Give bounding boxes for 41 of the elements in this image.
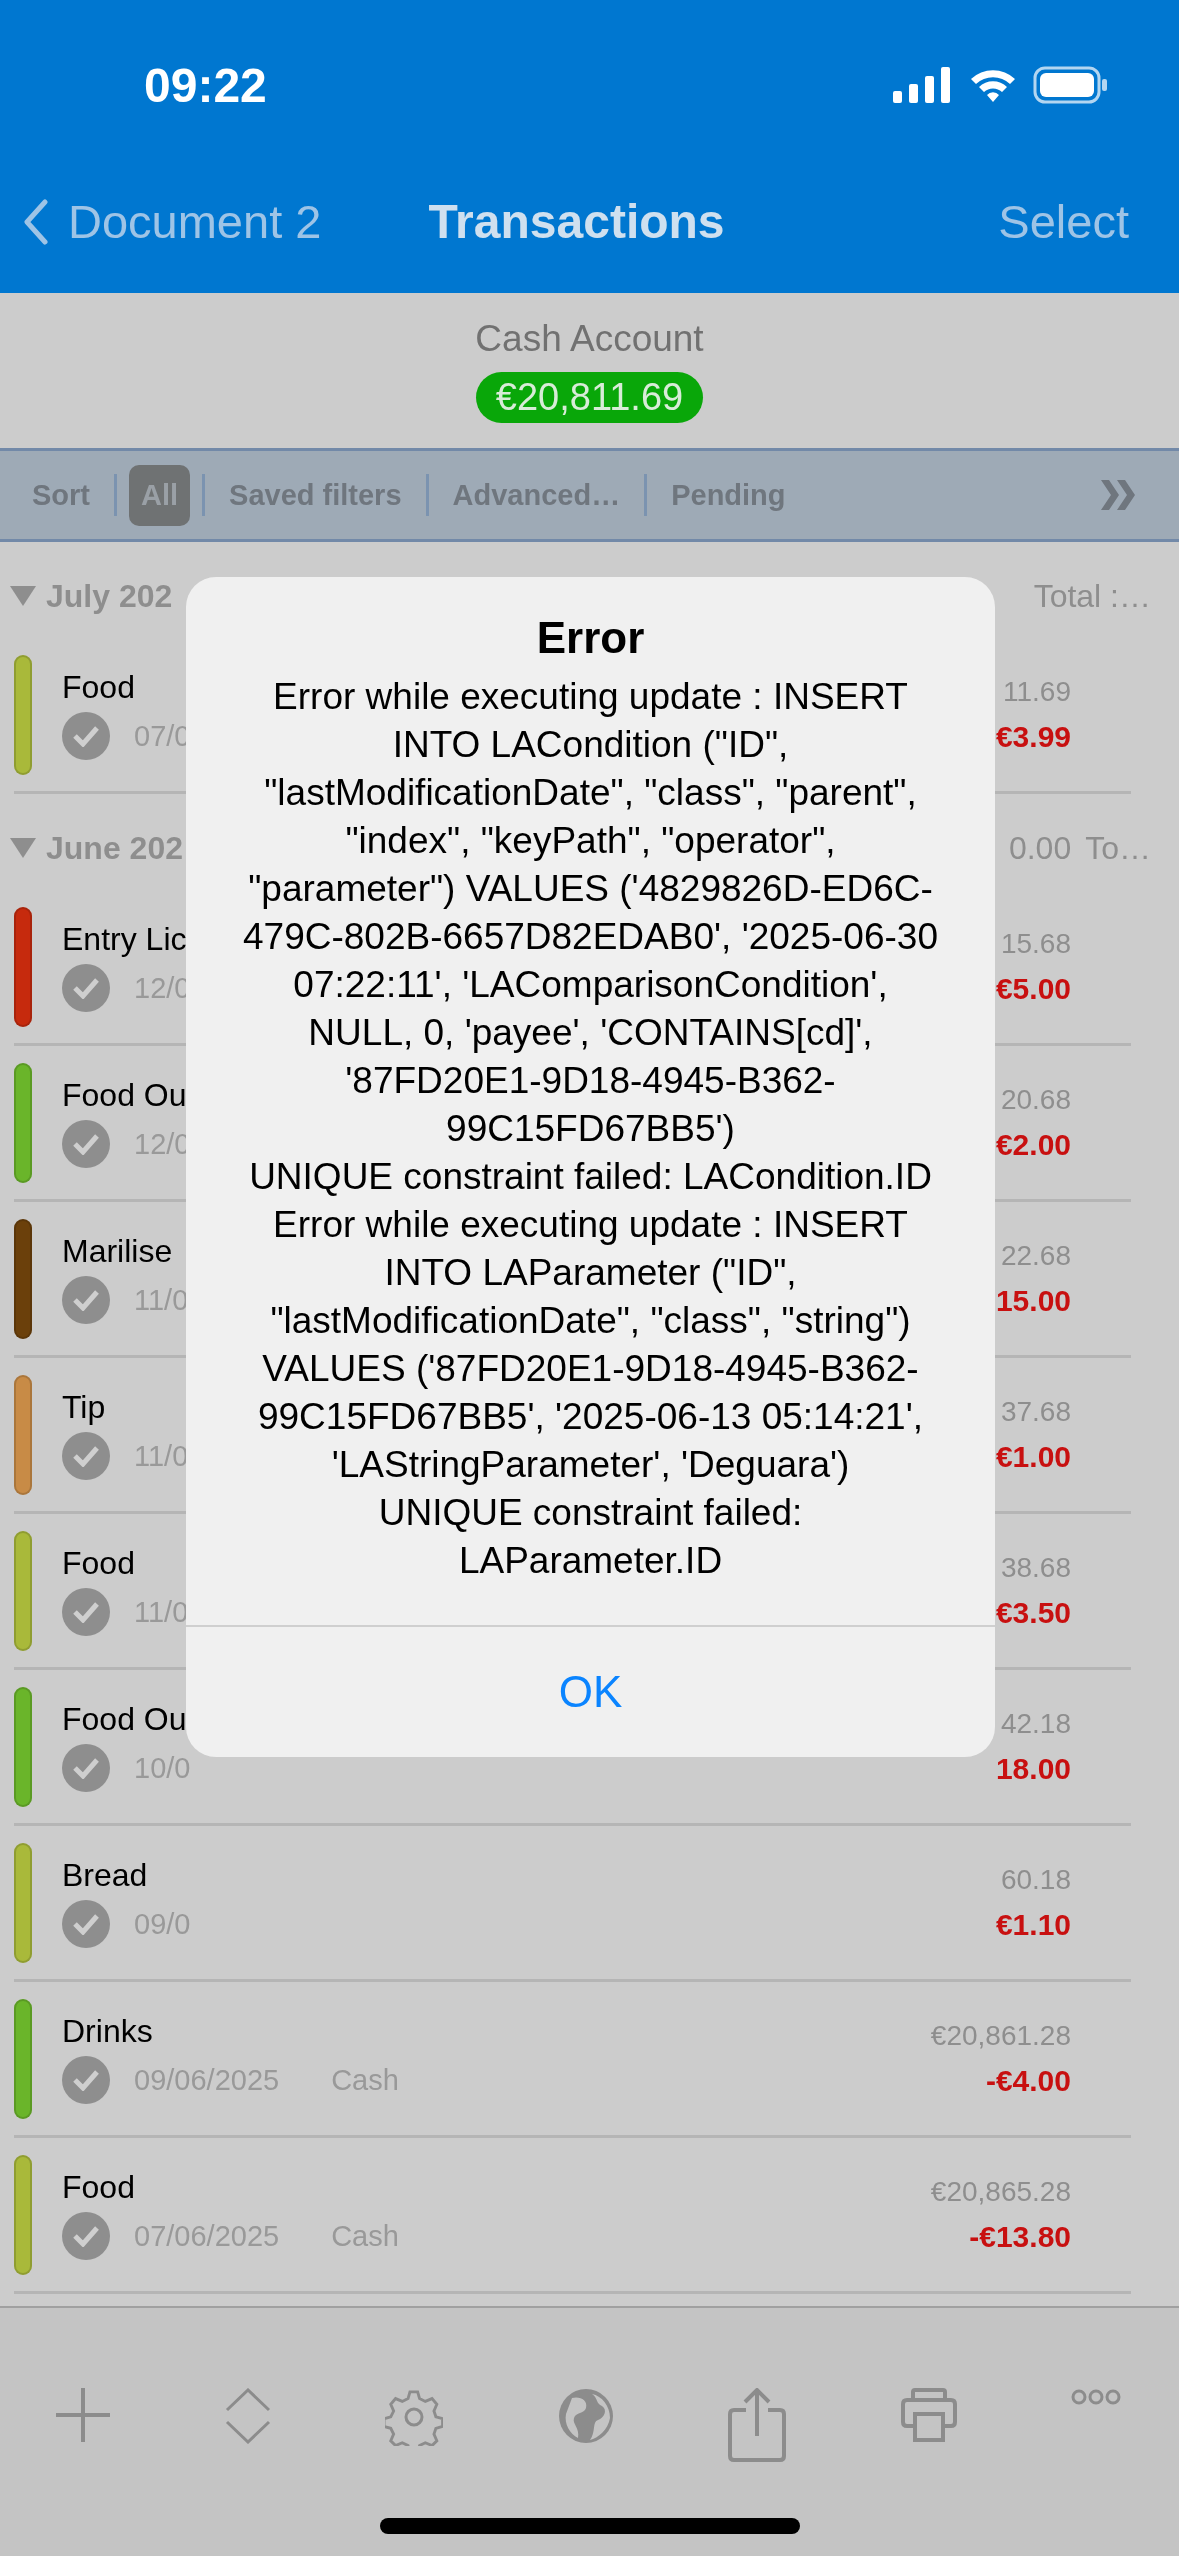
transaction-amount: -€4.00 bbox=[985, 2063, 1071, 2098]
transaction-amount: -€13.80 bbox=[969, 2219, 1071, 2254]
section-title: July 202 bbox=[46, 577, 173, 615]
transaction-name: Bread bbox=[62, 1857, 149, 1894]
section-total: Total :… bbox=[1033, 577, 1151, 615]
transaction-name: Food bbox=[62, 669, 136, 706]
balance-badge: €20,811.69 bbox=[475, 372, 704, 423]
transaction-amount: €5.00 bbox=[995, 971, 1071, 1006]
transaction-amount: 18.00 bbox=[995, 1751, 1071, 1786]
running-balance: 20.68 bbox=[1000, 1083, 1071, 1116]
running-balance: 15.68 bbox=[1000, 927, 1071, 960]
running-balance: 37.68 bbox=[1000, 1395, 1071, 1428]
transaction-amount: 15.00 bbox=[995, 1283, 1071, 1318]
running-balance: 11.69 bbox=[1003, 675, 1071, 708]
transaction-amount: €1.10 bbox=[995, 1907, 1071, 1942]
transaction-name: Food bbox=[62, 1545, 136, 1582]
transaction-name: Entry Lic bbox=[62, 921, 188, 958]
transaction-amount: €1.00 bbox=[995, 1439, 1071, 1474]
transaction-amount: €2.00 bbox=[995, 1127, 1071, 1162]
running-balance: 22.68 bbox=[1000, 1239, 1071, 1272]
section-title: June 202 bbox=[46, 829, 183, 867]
transaction-name: Food Ou bbox=[62, 1701, 188, 1738]
transaction-name: Food Ou bbox=[62, 1077, 188, 1114]
transaction-name: Food bbox=[62, 2169, 136, 2206]
running-balance: 38.68 bbox=[1000, 1551, 1071, 1584]
running-balance: 42.18 bbox=[1000, 1707, 1071, 1740]
alert-message: Error while executing update : INSERT INTO LACondition ("ID", "lastModificationDate", "class", "parent", "index", "keyPath", "operator", "parameter") VALUES ('4829826D-ED6C-479C-802B-6657D82EDAB0', '2025-06-30 07:22:11', 'LAComparisonCondition', NULL, 0, 'payee', 'CONTAINS[cd]', '87FD20E1-9D18-4945-B362-99C15FD67BB5') UNIQUE constraint failed: LACondition.ID Error while executing update : INSERT INTO LAParameter ("ID", "lastModificationDate", "class", "string") VALUES ('87FD20E1-9D18-4945-B362-99C15FD67BB5', '2025-06-13 05:14:21', 'LAStringParameter', 'Deguara') UNIQUE constraint failed: LAParameter.ID bbox=[242, 675, 939, 1583]
running-balance: 60.18 bbox=[1000, 1863, 1071, 1896]
transaction-name: Tip bbox=[62, 1389, 107, 1426]
account-name: Cash Account bbox=[475, 318, 704, 360]
alert-title: Error bbox=[535, 613, 646, 663]
running-balance: €20,861.28 bbox=[930, 2019, 1071, 2052]
section-total: To… bbox=[1085, 829, 1151, 867]
screen-title: Transactions bbox=[428, 194, 725, 249]
transaction-amount: €3.50 bbox=[995, 1595, 1071, 1630]
transaction-name: Marilise bbox=[62, 1233, 174, 1270]
status-time: 09:22 bbox=[144, 57, 267, 113]
running-balance: €20,865.28 bbox=[930, 2175, 1071, 2208]
transaction-amount: €3.99 bbox=[995, 719, 1071, 754]
section-total-amount: 0.00 bbox=[1008, 829, 1072, 867]
transaction-name: Drinks bbox=[62, 2013, 154, 2050]
